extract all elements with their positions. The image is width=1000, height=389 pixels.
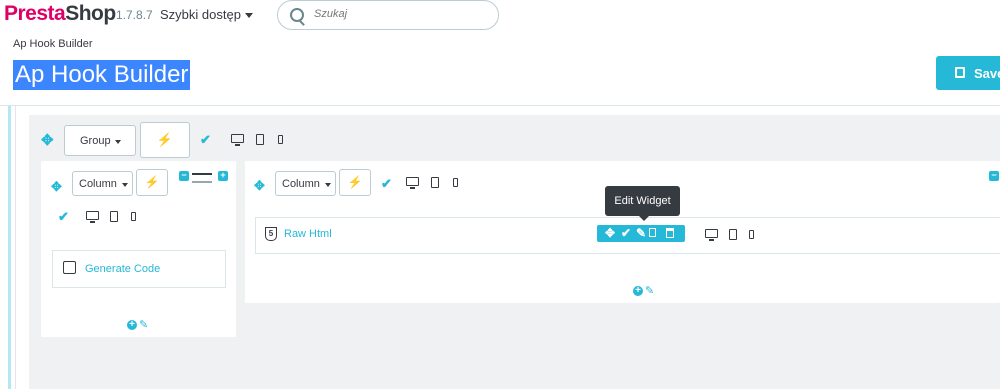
- tablet-icon[interactable]: [110, 211, 118, 222]
- move-icon[interactable]: ✥: [41, 131, 54, 149]
- save-icon: [955, 67, 965, 78]
- widget-name-link[interactable]: Raw Html: [284, 228, 332, 240]
- search-icon: [290, 8, 304, 22]
- column-dropdown-left[interactable]: Column: [72, 171, 133, 196]
- pencil-icon[interactable]: ✎: [645, 284, 654, 297]
- check-icon[interactable]: ✔: [58, 209, 69, 225]
- page-title: Ap Hook Builder: [13, 60, 191, 90]
- tablet-icon[interactable]: [431, 177, 439, 188]
- collapse-button[interactable]: −: [989, 171, 999, 181]
- phone-icon[interactable]: [278, 135, 283, 144]
- check-icon[interactable]: ✔: [381, 176, 392, 192]
- move-icon[interactable]: ✥: [51, 179, 62, 195]
- check-icon[interactable]: ✔: [200, 132, 211, 148]
- move-icon[interactable]: ✥: [605, 226, 615, 240]
- move-icon[interactable]: ✥: [254, 178, 265, 194]
- caret-down-icon: [115, 140, 121, 144]
- left-accent-strip: [8, 106, 11, 389]
- widget-action-bar: ✥ ✔ ✎: [597, 225, 685, 242]
- phone-icon[interactable]: [749, 230, 754, 239]
- plus-icon[interactable]: +: [633, 286, 643, 296]
- pencil-icon[interactable]: ✎: [636, 226, 646, 240]
- caret-down-icon: [244, 13, 253, 19]
- plus-icon[interactable]: +: [127, 320, 137, 330]
- quick-access-dropdown[interactable]: Szybki dostęp: [160, 7, 253, 22]
- save-button[interactable]: Save: [936, 56, 1000, 90]
- pencil-icon[interactable]: ✎: [139, 318, 148, 331]
- header-divider: [0, 105, 1000, 106]
- prestashop-logo[interactable]: PrestaShop: [4, 2, 116, 26]
- caret-down-icon: [122, 183, 128, 187]
- magic-wand-icon: ⚡: [347, 175, 363, 189]
- tablet-icon[interactable]: [256, 134, 264, 145]
- magic-wand-button[interactable]: ⚡: [339, 169, 371, 196]
- list-icon[interactable]: [192, 173, 212, 183]
- left-divider: [15, 106, 16, 389]
- group-dropdown[interactable]: Group: [64, 125, 136, 156]
- magic-wand-button[interactable]: ⚡: [140, 122, 190, 158]
- magic-wand-icon: ⚡: [144, 175, 160, 189]
- generate-code-box[interactable]: Generate Code: [52, 250, 226, 288]
- phone-icon[interactable]: [453, 178, 458, 187]
- magic-wand-icon: ⚡: [156, 132, 174, 147]
- version-label: 1.7.8.7: [116, 8, 153, 22]
- add-button[interactable]: +: [218, 171, 228, 181]
- magic-wand-button[interactable]: ⚡: [136, 169, 168, 196]
- html5-icon: 5: [265, 227, 277, 241]
- desktop-icon[interactable]: [231, 134, 244, 146]
- caret-down-icon: [325, 183, 331, 187]
- desktop-icon[interactable]: [86, 211, 99, 223]
- edit-widget-tooltip: Edit Widget: [605, 186, 680, 221]
- trash-icon[interactable]: [666, 228, 674, 238]
- column-dropdown-right[interactable]: Column: [275, 171, 336, 196]
- top-bar: PrestaShop 1.7.8.7 Szybki dostęp: [0, 0, 1000, 32]
- phone-icon[interactable]: [131, 212, 136, 221]
- desktop-icon[interactable]: [406, 177, 419, 189]
- edit-icon: [63, 261, 76, 274]
- desktop-icon[interactable]: [705, 229, 718, 241]
- check-icon[interactable]: ✔: [621, 226, 631, 240]
- generate-code-link[interactable]: Generate Code: [85, 263, 160, 275]
- breadcrumb[interactable]: Ap Hook Builder: [13, 38, 93, 50]
- copy-icon[interactable]: [649, 228, 656, 237]
- search-box[interactable]: [277, 0, 499, 30]
- tablet-icon[interactable]: [729, 229, 737, 240]
- collapse-button[interactable]: −: [179, 171, 189, 181]
- search-input[interactable]: [312, 7, 486, 21]
